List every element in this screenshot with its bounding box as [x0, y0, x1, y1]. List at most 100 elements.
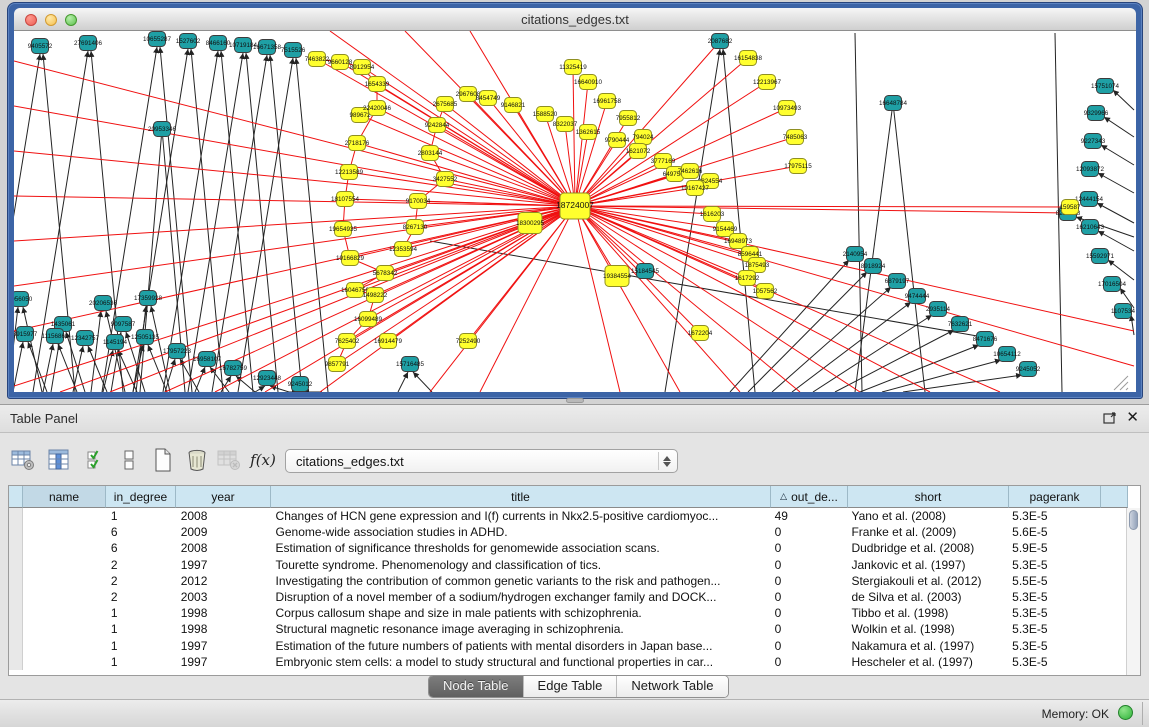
cell-title[interactable]: Embryonic stem cells: a model to study s…	[271, 655, 770, 669]
cell-short[interactable]: Franke et al. (2009)	[846, 525, 1007, 539]
cell-year[interactable]: 1997	[176, 558, 271, 572]
graph-node[interactable]: 9227343	[1081, 134, 1106, 149]
cell-in_degree[interactable]: 1	[106, 639, 176, 653]
graph-node[interactable]: 8267130	[403, 220, 428, 235]
cell-year[interactable]: 2009	[176, 525, 271, 539]
cell-short[interactable]: Tibbo et al. (1998)	[846, 606, 1007, 620]
graph-node[interactable]: 3915977	[14, 327, 38, 342]
table-row[interactable]: 11998Structural magnetic resonance image…	[9, 621, 1126, 637]
function-builder-icon[interactable]: f(x)	[248, 445, 278, 475]
graph-node[interactable]: 9474444	[905, 289, 930, 304]
cell-short[interactable]: Stergiakouli et al. (2012)	[846, 574, 1007, 588]
graph-node[interactable]: 19384554	[603, 266, 632, 287]
cell-pagerank[interactable]: 5.3E-5	[1007, 558, 1099, 572]
cell-short[interactable]: Yano et al. (2008)	[846, 509, 1007, 523]
graph-node[interactable]: 16958107	[193, 352, 222, 367]
graph-node[interactable]: 1527602	[176, 34, 201, 49]
graph-node[interactable]: 1621072	[626, 144, 651, 159]
cell-corner[interactable]	[9, 621, 23, 637]
cell-short[interactable]: Hescheler et al. (1997)	[846, 655, 1007, 669]
cell-title[interactable]: Estimation of the future numbers of pati…	[271, 639, 770, 653]
close-panel-icon[interactable]: ✕	[1126, 408, 1139, 426]
cell-in_degree[interactable]: 6	[106, 541, 176, 555]
cell-year[interactable]: 2008	[176, 541, 271, 555]
cell-year[interactable]: 2008	[176, 509, 271, 523]
checklist-icon[interactable]	[82, 445, 112, 475]
graph-node[interactable]: 1588520	[533, 107, 558, 122]
cell-title[interactable]: Investigating the contribution of common…	[271, 574, 770, 588]
cell-out_de...[interactable]: 0	[770, 525, 847, 539]
graph-node[interactable]: 20206536	[89, 296, 118, 311]
graph-node[interactable]: 9857791	[325, 357, 350, 372]
graph-node[interactable]: 8912954	[350, 60, 375, 75]
new-file-icon[interactable]	[148, 445, 178, 475]
show-column-icon[interactable]	[44, 445, 74, 475]
table-row[interactable]: 12008Changes of HCN gene expression and …	[9, 508, 1126, 524]
table-row[interactable]: 11997Embryonic stem cells: a model to st…	[9, 654, 1126, 670]
cell-short[interactable]: Jankovic et al. (1997)	[846, 558, 1007, 572]
cell-corner[interactable]	[9, 654, 23, 670]
graph-node[interactable]: 7462616	[678, 164, 703, 179]
graph-node[interactable]: 15716485	[396, 357, 425, 372]
graph-node[interactable]: 2803144	[418, 146, 443, 161]
graph-node[interactable]: 1057562	[753, 284, 778, 299]
graph-node[interactable]: 1145194	[103, 335, 128, 350]
graph-node[interactable]: 18107554	[331, 192, 360, 207]
cell-title[interactable]: Disruption of a novel member of a sodium…	[271, 590, 770, 604]
cell-title[interactable]: Changes of HCN gene expression and I(f) …	[271, 509, 770, 523]
graph-node[interactable]: 2675685	[433, 97, 458, 112]
cell-year[interactable]: 1997	[176, 655, 271, 669]
column-header-pagerank[interactable]: pagerank	[1009, 486, 1101, 508]
cell-short[interactable]: Nakamura et al. (1997)	[846, 639, 1007, 653]
cell-short[interactable]: Wolkin et al. (1998)	[846, 622, 1007, 636]
cell-title[interactable]: Corpus callosum shape and size in male p…	[271, 606, 770, 620]
graph-node[interactable]: 19166829	[336, 251, 365, 266]
graph-node[interactable]: 8471676	[973, 332, 998, 347]
graph-node[interactable]: 1498222	[363, 288, 388, 303]
graph-node[interactable]: 8454749	[476, 91, 501, 106]
cell-short[interactable]: de Silva et al. (2003)	[846, 590, 1007, 604]
cell-out_de...[interactable]: 0	[770, 558, 847, 572]
graph-node[interactable]: 17016504	[1098, 277, 1127, 292]
table-row[interactable]: 22003Disruption of a novel member of a s…	[9, 589, 1126, 605]
float-panel-icon[interactable]	[1103, 411, 1117, 425]
column-header-title[interactable]: title	[271, 486, 771, 508]
cell-in_degree[interactable]: 1	[106, 509, 176, 523]
cell-year[interactable]: 2003	[176, 590, 271, 604]
column-header-year[interactable]: year	[176, 486, 271, 508]
graph-node[interactable]: 17975115	[784, 159, 812, 174]
graph-node[interactable]: 18300295	[516, 213, 545, 234]
cell-title[interactable]: Genome-wide association studies in ADHD.	[271, 525, 770, 539]
cell-pagerank[interactable]: 5.3E-5	[1007, 606, 1099, 620]
cell-year[interactable]: 1998	[176, 606, 271, 620]
graph-node[interactable]: 18724007	[556, 193, 594, 219]
cell-short[interactable]: Dudbridge et al. (2008)	[846, 541, 1007, 555]
cell-pagerank[interactable]: 5.3E-5	[1007, 639, 1099, 653]
window-titlebar[interactable]: citations_edges.txt	[14, 8, 1136, 31]
graph-node[interactable]: 16961758	[593, 94, 622, 109]
cell-year[interactable]: 2012	[176, 574, 271, 588]
column-header-out_de...[interactable]: △out_de...	[771, 486, 848, 508]
table-row[interactable]: 11997Estimation of the future numbers of…	[9, 638, 1126, 654]
trash-icon[interactable]	[182, 445, 212, 475]
graph-node[interactable]: 27691406	[74, 36, 103, 51]
graph-node[interactable]: 8466160	[206, 36, 231, 51]
graph-node[interactable]: 16154838	[734, 51, 763, 66]
cell-corner[interactable]	[9, 573, 23, 589]
graph-node[interactable]: 11325419	[559, 60, 587, 75]
graph-node[interactable]: 2718176	[345, 136, 370, 151]
cell-corner[interactable]	[9, 638, 23, 654]
column-header-short[interactable]: short	[848, 486, 1009, 508]
graph-node[interactable]: 16914479	[374, 334, 403, 349]
column-header-filler[interactable]	[1101, 486, 1128, 508]
graph-node[interactable]: 7252490	[456, 334, 481, 349]
cell-out_de...[interactable]: 0	[770, 622, 847, 636]
graph-node[interactable]: 1362615	[576, 125, 601, 140]
cell-corner[interactable]	[9, 524, 23, 540]
tab-network-table[interactable]: Network Table	[617, 676, 727, 697]
graph-node[interactable]: 16648784	[879, 96, 908, 111]
cell-title[interactable]: Tourette syndrome. Phenomenology and cla…	[271, 558, 770, 572]
cell-pagerank[interactable]: 5.3E-5	[1007, 590, 1099, 604]
cell-title[interactable]: Estimation of significance thresholds fo…	[271, 541, 770, 555]
graph-node[interactable]: 9790444	[605, 133, 630, 148]
